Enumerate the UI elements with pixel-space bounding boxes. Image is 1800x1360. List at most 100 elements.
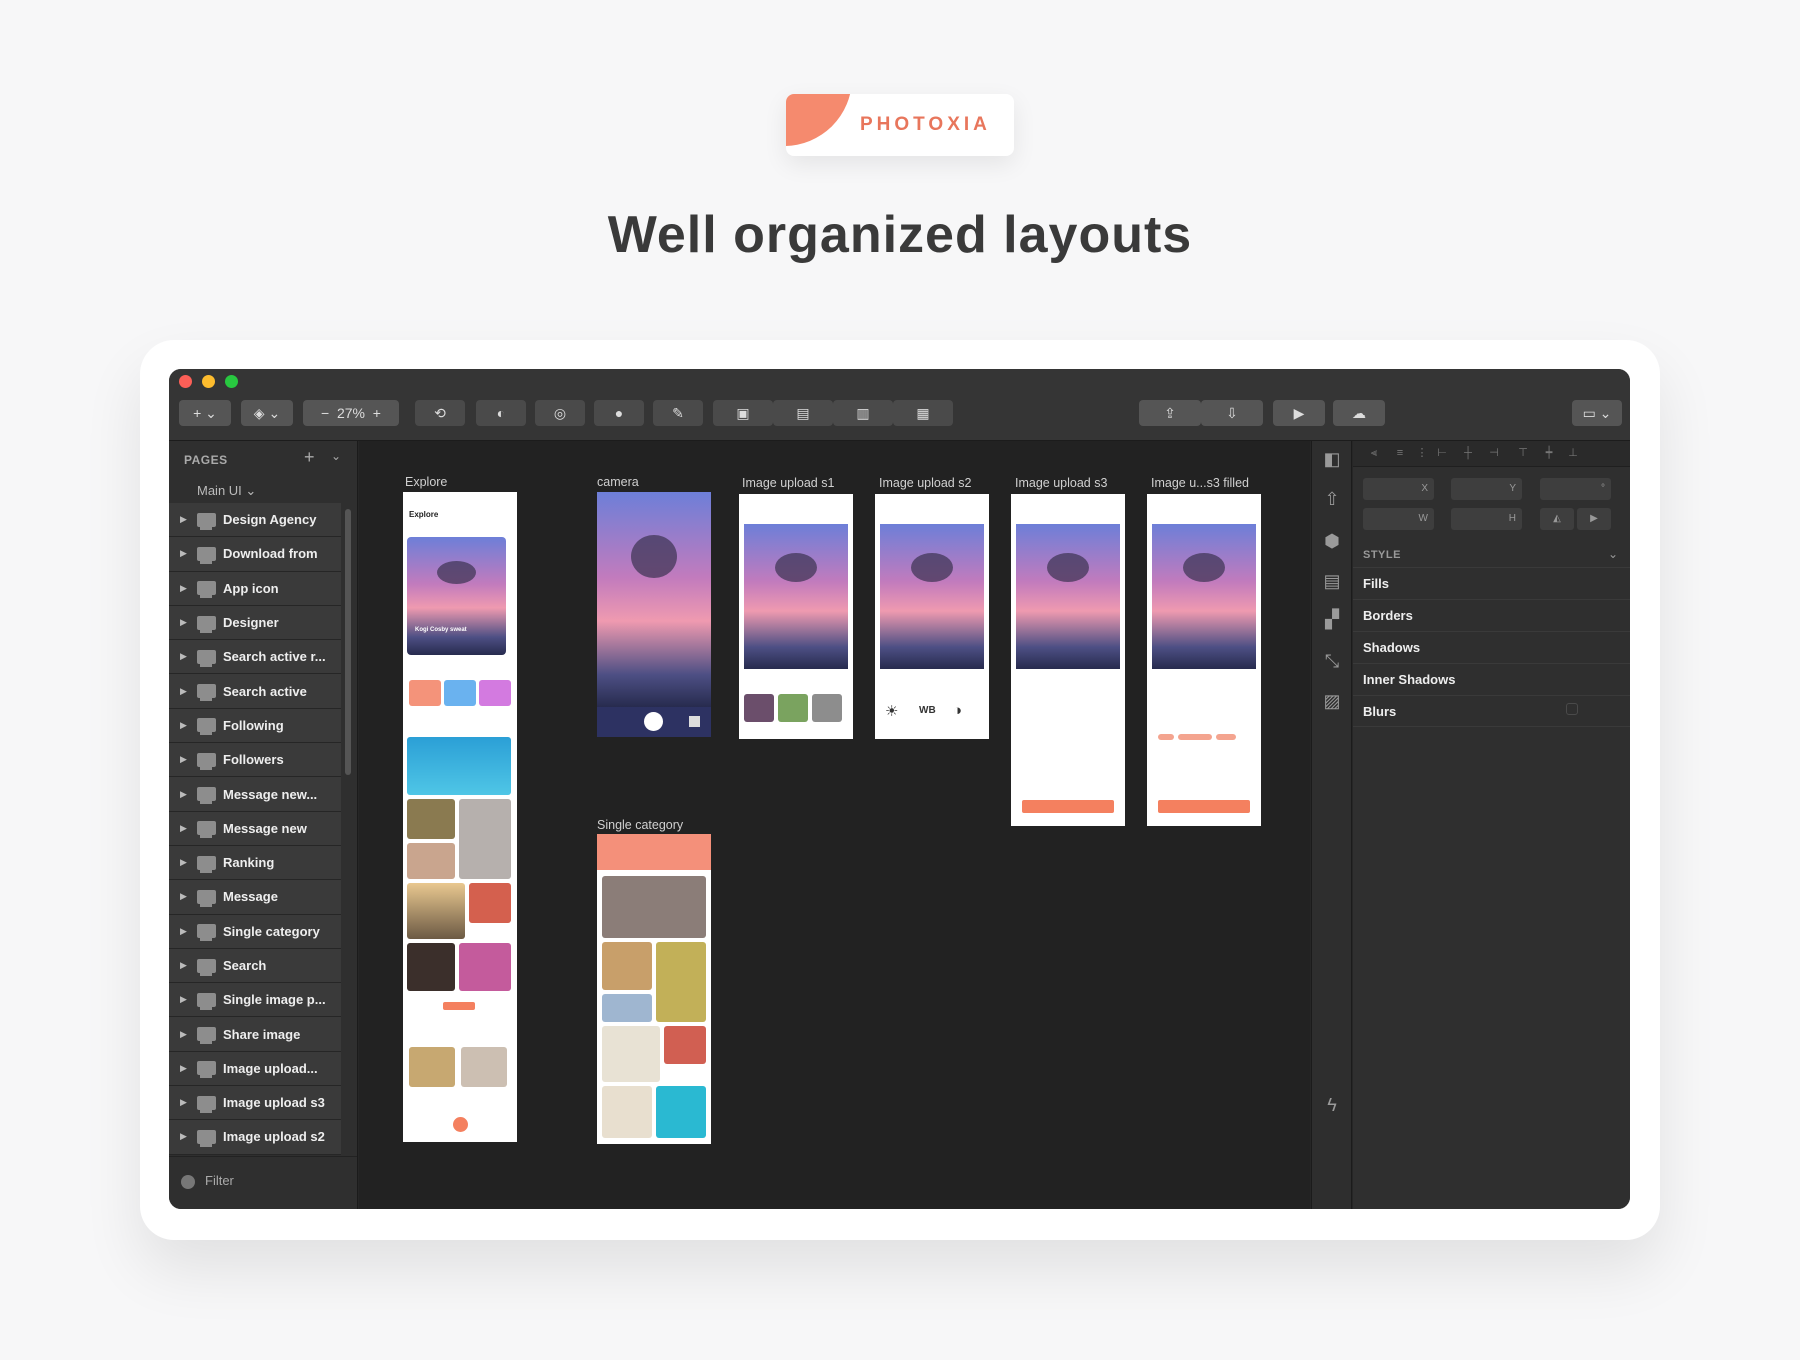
disclosure-icon[interactable]: ▶ [180, 617, 187, 628]
image-add-icon[interactable]: ▨ [1322, 691, 1342, 711]
disclosure-icon[interactable]: ▶ [180, 823, 187, 834]
sidebar-item[interactable]: ▶ Search active r... [169, 640, 341, 675]
subtract-icon[interactable]: ▤ [773, 400, 833, 426]
disclosure-icon[interactable]: ▶ [180, 926, 187, 937]
scale-icon[interactable]: ◎ [535, 400, 585, 426]
current-page-selector[interactable]: Main UI ⌄ [197, 483, 256, 499]
sidebar-item[interactable]: ▶ App icon [169, 571, 341, 606]
prototype-icon[interactable]: ▤ [1322, 571, 1342, 591]
sidebar-item[interactable]: ▶ Single category [169, 914, 341, 949]
shadows-row[interactable]: Shadows [1353, 631, 1630, 663]
sidebar-item[interactable]: ▶ Following [169, 708, 341, 744]
backward-icon[interactable]: ⇩ [1201, 400, 1263, 426]
height-field[interactable]: H [1451, 508, 1522, 530]
align-left-icon[interactable]: ⫷ [1367, 447, 1381, 459]
chevron-down-icon[interactable]: ⌄ [331, 449, 341, 463]
borders-row[interactable]: Borders [1353, 599, 1630, 631]
rotation-field[interactable]: ° [1540, 478, 1611, 500]
disclosure-icon[interactable]: ▶ [180, 1029, 187, 1040]
disclosure-icon[interactable]: ▶ [180, 891, 187, 902]
artboard-label-upload-s3[interactable]: Image upload s3 [1015, 476, 1107, 490]
sidebar-item[interactable]: ▶ Search [169, 948, 341, 984]
union-icon[interactable]: ▣ [713, 400, 773, 426]
artboard-image-upload-s3[interactable] [1011, 494, 1125, 826]
fills-row[interactable]: Fills [1353, 567, 1630, 599]
disclosure-icon[interactable]: ▶ [180, 1063, 187, 1074]
align-top-icon[interactable]: ⊤ [1516, 447, 1530, 459]
sidebar-item[interactable]: ▶ Share image [169, 1017, 341, 1052]
sidebar-item[interactable]: ▶ Image upload... [169, 1051, 341, 1087]
distribute-icon[interactable]: ⋮ [1415, 447, 1429, 459]
symbol-icon[interactable]: ⬢ [1322, 531, 1342, 551]
artboard-image-upload-s2[interactable]: ☀ WB ◑ [875, 494, 989, 739]
disclosure-icon[interactable]: ▶ [180, 1131, 187, 1142]
insert-button[interactable]: + ⌄ [179, 400, 231, 426]
flip-vertical-icon[interactable]: ▶ [1577, 508, 1611, 530]
edit-icon[interactable]: ✎ [653, 400, 703, 426]
align-hcenter-icon[interactable]: ┼ [1461, 447, 1475, 459]
sidebar-item[interactable]: ▶ Image upload s2 [169, 1120, 341, 1155]
sidebar-item[interactable]: ▶ Single image p... [169, 983, 341, 1018]
add-page-icon[interactable]: + [304, 447, 315, 468]
disclosure-icon[interactable]: ▶ [180, 583, 187, 594]
filter-input[interactable]: Filter [205, 1173, 234, 1188]
artboard-label-upload-s1[interactable]: Image upload s1 [742, 476, 834, 490]
rotate-icon[interactable]: ⟲ [415, 400, 465, 426]
flip-horizontal-icon[interactable]: ◭ [1540, 508, 1574, 530]
artboard-label-upload-s2[interactable]: Image upload s2 [879, 476, 971, 490]
align-right-icon[interactable]: ⊢ [1435, 447, 1449, 459]
x-field[interactable]: X [1363, 478, 1434, 500]
forward-icon[interactable]: ⇪ [1139, 400, 1201, 426]
resize-icon[interactable]: ⤡ [1322, 651, 1342, 671]
artboard-label-camera[interactable]: camera [597, 475, 639, 489]
blurs-toggle[interactable] [1566, 703, 1578, 715]
align-bottom-icon[interactable]: ⊥ [1566, 447, 1580, 459]
disclosure-icon[interactable]: ▶ [180, 754, 187, 765]
zoom-out-icon[interactable]: − [321, 405, 329, 421]
sidebar-item[interactable]: ▶ Message [169, 880, 341, 915]
sidebar-item[interactable]: ▶ Download from [169, 537, 341, 572]
sidebar-item[interactable]: ▶ Designer [169, 605, 341, 641]
disclosure-icon[interactable]: ▶ [180, 548, 187, 559]
disclosure-icon[interactable]: ▶ [180, 994, 187, 1005]
zoom-control[interactable]: − 27% + [303, 400, 399, 426]
sidebar-item[interactable]: ▶ Followers [169, 743, 341, 778]
width-field[interactable]: W [1363, 508, 1434, 530]
sidebar-scrollbar[interactable] [345, 509, 351, 775]
export-icon[interactable]: ⇧ [1322, 489, 1342, 509]
view-layout-icon[interactable]: ▭ ⌄ [1572, 400, 1622, 426]
disclosure-icon[interactable]: ▶ [180, 651, 187, 662]
minimize-icon[interactable] [202, 375, 215, 388]
chevron-down-icon[interactable]: ⌄ [1608, 547, 1618, 561]
disclosure-icon[interactable]: ▶ [180, 789, 187, 800]
artboard-label-explore[interactable]: Explore [405, 475, 447, 489]
artboard-image-upload-s3-filled[interactable] [1147, 494, 1261, 826]
close-icon[interactable] [179, 375, 192, 388]
layers-button[interactable]: ◈ ⌄ [241, 400, 293, 426]
align-center-icon[interactable]: ≡ [1393, 447, 1407, 459]
disclosure-icon[interactable]: ▶ [180, 686, 187, 697]
align-edge-icon[interactable]: ⊣ [1487, 447, 1501, 459]
zoom-in-icon[interactable]: + [373, 405, 381, 421]
disclosure-icon[interactable]: ▶ [180, 1097, 187, 1108]
disclosure-icon[interactable]: ▶ [180, 960, 187, 971]
cloud-icon[interactable]: ☁ [1333, 400, 1385, 426]
artboard-image-upload-s1[interactable] [739, 494, 853, 739]
artboard-label-upload-s3-filled[interactable]: Image u...s3 filled [1151, 476, 1249, 490]
sidebar-item[interactable]: ▶ Image upload s3 [169, 1086, 341, 1121]
artboard-explore[interactable]: Explore Kogi Cosby sweat [403, 492, 517, 1142]
disclosure-icon[interactable]: ▶ [180, 857, 187, 868]
sidebar-item[interactable]: ▶ Search active [169, 674, 341, 709]
components-icon[interactable]: ▞ [1322, 609, 1342, 629]
flatten-icon[interactable]: ● [594, 400, 644, 426]
sidebar-item[interactable]: ▶ Message new [169, 811, 341, 846]
sidebar-item[interactable]: ▶ Design Agency [169, 503, 341, 538]
artboard-label-single-category[interactable]: Single category [597, 818, 683, 832]
mask-icon[interactable]: ◐ [476, 400, 526, 426]
sidebar-item[interactable]: ▶ Ranking [169, 845, 341, 881]
artboard-single-category[interactable] [597, 834, 711, 1144]
inner-shadows-row[interactable]: Inner Shadows [1353, 663, 1630, 695]
disclosure-icon[interactable]: ▶ [180, 720, 187, 731]
preview-play-icon[interactable]: ▶ [1273, 400, 1325, 426]
intersect-icon[interactable]: ▥ [833, 400, 893, 426]
